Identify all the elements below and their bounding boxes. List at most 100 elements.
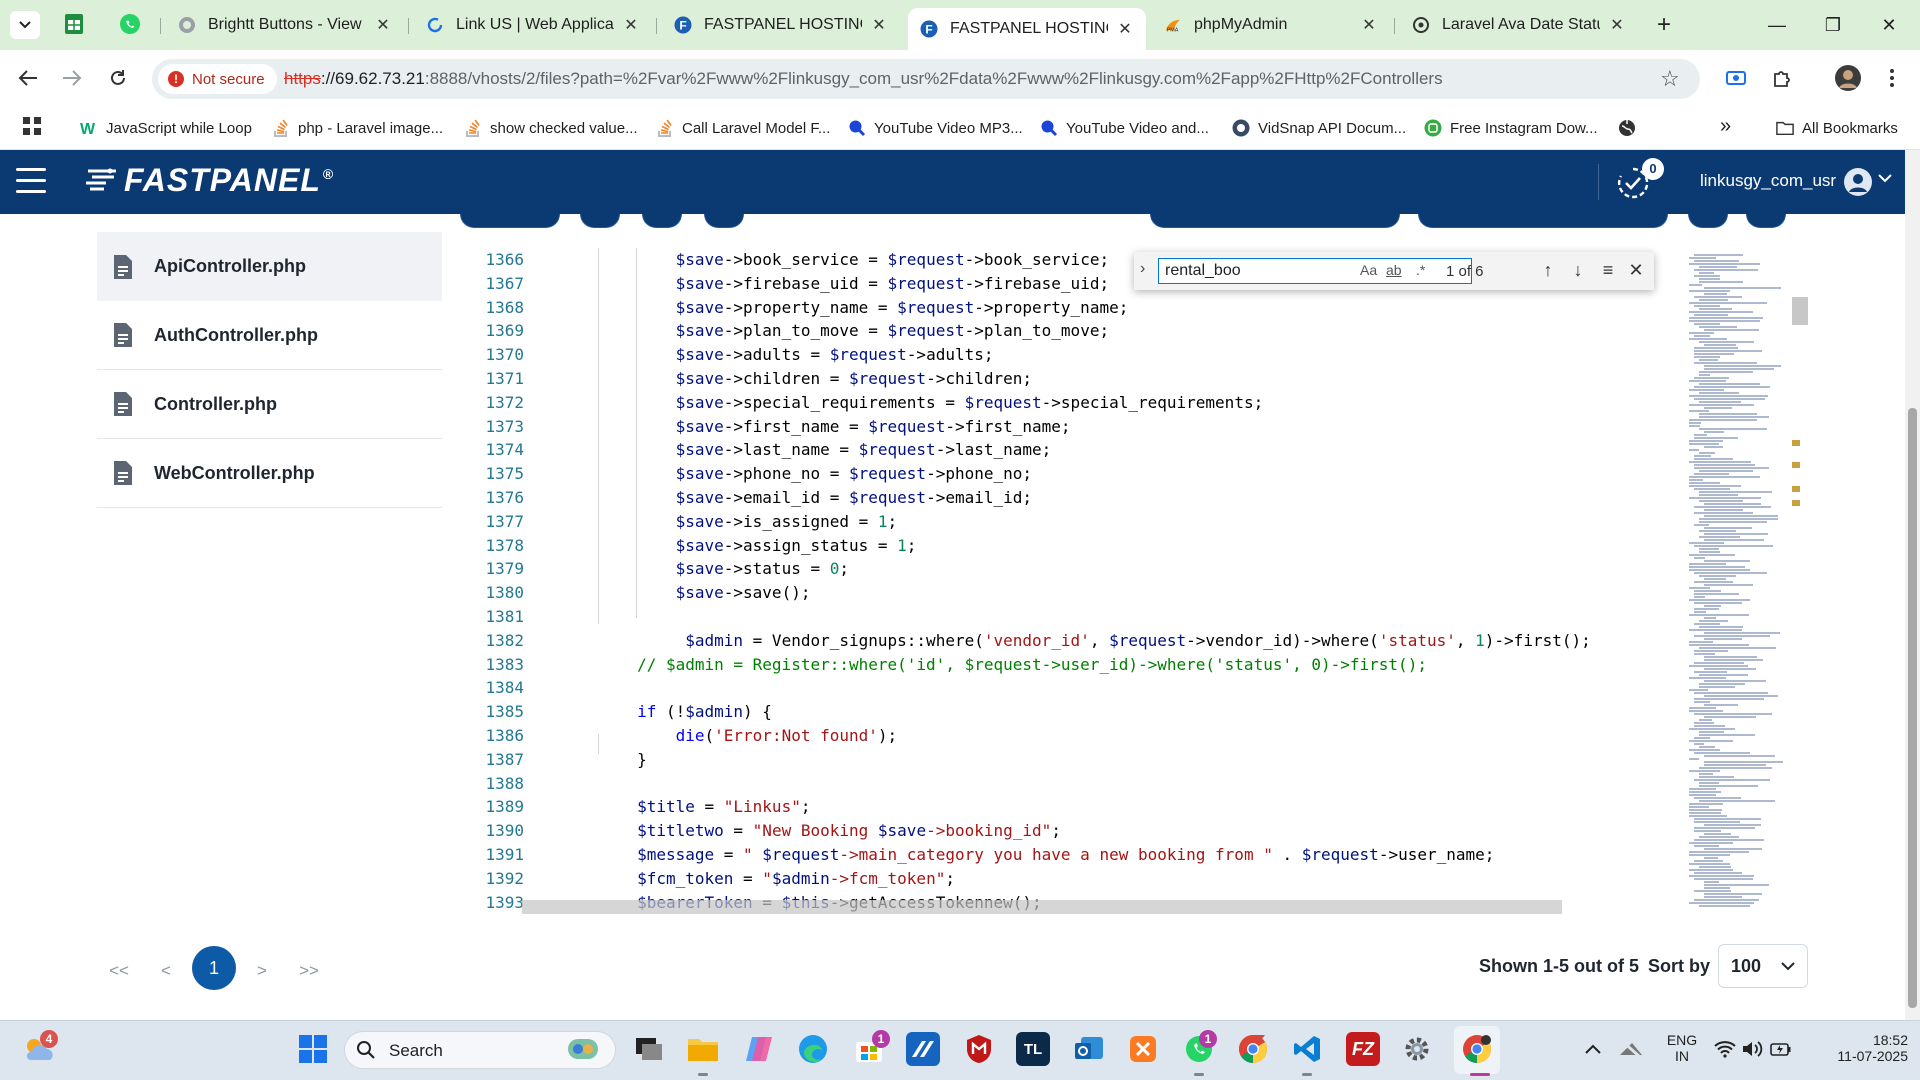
close-icon[interactable]: ✕ xyxy=(870,15,888,35)
pinned-tab-whatsapp[interactable] xyxy=(118,12,142,36)
code-minimap[interactable] xyxy=(1685,252,1797,912)
battery-charging-icon[interactable] xyxy=(1764,1032,1798,1066)
first-page-button[interactable]: << xyxy=(104,950,134,992)
bookmark-item[interactable]: YouTube Video MP3... xyxy=(848,116,1023,140)
last-page-button[interactable]: >> xyxy=(294,950,324,992)
copilot-icon[interactable] xyxy=(742,1032,776,1066)
close-icon[interactable]: ✕ xyxy=(1360,15,1378,35)
chrome-profile-icon[interactable] xyxy=(1460,1032,1494,1066)
minimap-line xyxy=(1704,539,1764,541)
chevron-right-icon[interactable]: › xyxy=(1140,260,1154,278)
minimap-line xyxy=(1694,464,1755,466)
more-bookmarks-button[interactable]: » xyxy=(1720,114,1731,138)
user-name[interactable]: linkusgy_com_usr xyxy=(1700,171,1836,191)
bookmark-item[interactable]: Free Instagram Dow... xyxy=(1424,116,1598,140)
filezilla-icon[interactable]: FZ xyxy=(1346,1032,1380,1066)
file-row-controller[interactable]: Controller.php xyxy=(97,370,442,439)
next-page-button[interactable]: > xyxy=(252,950,272,992)
tab-laravel-date[interactable]: Laravel Ava Date Status ✕ xyxy=(1400,8,1638,42)
minimap-line xyxy=(1699,413,1757,415)
sort-by-select[interactable]: 100 xyxy=(1718,944,1808,988)
pinned-tab-sheets[interactable] xyxy=(62,12,86,36)
close-window-button[interactable]: ✕ xyxy=(1874,10,1904,40)
all-bookmarks-button[interactable]: All Bookmarks xyxy=(1776,116,1898,140)
cast-button[interactable] xyxy=(1722,64,1750,92)
previous-match-arrow-up-icon[interactable]: ↑ xyxy=(1536,258,1560,282)
vscode-icon[interactable] xyxy=(1290,1032,1324,1066)
close-icon[interactable]: ✕ xyxy=(1608,15,1626,35)
chevron-down-icon[interactable] xyxy=(1878,170,1892,188)
forward-button[interactable] xyxy=(58,64,86,92)
mcafee-shield-icon[interactable] xyxy=(962,1032,996,1066)
app-icon-blue-box[interactable] xyxy=(906,1032,940,1066)
tab-link-us[interactable]: Link US | Web Applicatio ✕ xyxy=(414,8,652,42)
tab-brightt-buttons[interactable]: Brightt Buttons - View S ✕ xyxy=(166,8,404,42)
task-view-icon[interactable] xyxy=(632,1032,666,1066)
apps-button[interactable] xyxy=(22,114,42,138)
bookmark-item[interactable]: VidSnap API Docum... xyxy=(1232,116,1406,140)
tray-overflow-chevron-up-icon[interactable] xyxy=(1576,1032,1610,1066)
minimize-button[interactable]: — xyxy=(1762,10,1792,40)
hamburger-menu-icon[interactable] xyxy=(16,168,46,194)
search-highlight-icon[interactable] xyxy=(566,1032,600,1066)
bookmark-item[interactable]: Call Laravel Model F... xyxy=(656,116,830,140)
tl-app-icon[interactable]: TL xyxy=(1016,1032,1050,1066)
bookmark-item[interactable]: YouTube Video and... xyxy=(1040,116,1209,140)
file-row-webcontroller[interactable]: WebController.php xyxy=(97,439,442,508)
page-scrollbar[interactable] xyxy=(1905,150,1920,1020)
find-in-selection-icon[interactable]: ≡ xyxy=(1596,258,1620,282)
tab-fastpanel-2-active[interactable]: F FASTPANEL HOSTING CO ✕ xyxy=(908,8,1146,50)
line-number: 1392 xyxy=(485,868,524,888)
security-chip[interactable]: ! Not secure xyxy=(158,64,277,94)
tab-search-button[interactable] xyxy=(10,11,40,39)
clock[interactable]: 18:52 11-07-2025 xyxy=(1812,1032,1908,1064)
url-text[interactable]: https://69.62.73.21:8888/vhosts/2/files?… xyxy=(284,69,1443,89)
bookmark-item[interactable]: show checked value... xyxy=(464,116,638,140)
new-tab-button[interactable]: + xyxy=(1650,11,1678,39)
line-number: 1393 xyxy=(485,892,524,912)
extensions-button[interactable] xyxy=(1768,64,1796,92)
profile-avatar[interactable] xyxy=(1834,64,1862,92)
bookmark-item[interactable]: php - Laravel image... xyxy=(272,116,443,140)
minimap-line xyxy=(1694,353,1734,355)
close-icon[interactable]: ✕ xyxy=(1624,258,1648,282)
regex-toggle[interactable]: .* xyxy=(1416,262,1425,278)
tab-phpmyadmin[interactable]: PMA phpMyAdmin ✕ xyxy=(1152,8,1390,42)
next-match-arrow-down-icon[interactable]: ↓ xyxy=(1566,258,1590,282)
bookmark-item[interactable] xyxy=(1618,116,1644,140)
outlook-new-icon[interactable] xyxy=(1072,1032,1106,1066)
restore-button[interactable]: ❐ xyxy=(1818,10,1848,40)
prev-page-button[interactable]: < xyxy=(156,950,176,992)
back-button[interactable] xyxy=(14,64,42,92)
language-indicator[interactable]: ENG IN xyxy=(1664,1032,1700,1064)
reload-button[interactable] xyxy=(104,64,132,92)
file-row-apicontroller[interactable]: ApiController.php xyxy=(97,232,442,301)
start-windows-icon[interactable] xyxy=(296,1032,330,1066)
xampp-icon[interactable] xyxy=(1126,1032,1160,1066)
close-icon[interactable]: ✕ xyxy=(1116,19,1134,39)
match-case-toggle[interactable]: Aa xyxy=(1360,262,1377,278)
settings-gear-icon[interactable] xyxy=(1400,1032,1434,1066)
code-editor[interactable]: 1366 1367 1368 1369 1370 1371 1372 1373 1374 1375… xyxy=(442,248,1674,916)
whole-word-toggle[interactable]: ab xyxy=(1386,262,1402,278)
fastpanel-logo[interactable]: FASTPANEL® xyxy=(84,162,334,199)
browser-menu-button[interactable] xyxy=(1878,64,1906,92)
current-page-button[interactable]: 1 xyxy=(192,946,236,990)
close-icon[interactable]: ✕ xyxy=(374,15,392,35)
minimap-slider[interactable] xyxy=(1792,297,1808,325)
editor-horizontal-scrollbar[interactable] xyxy=(522,900,1562,914)
user-avatar-icon[interactable] xyxy=(1844,168,1872,196)
network-offline-icon[interactable] xyxy=(1614,1032,1648,1066)
language-code: ENG xyxy=(1666,1032,1698,1048)
page-scrollbar-thumb[interactable] xyxy=(1908,408,1917,1008)
tab-fastpanel-1[interactable]: F FASTPANEL HOSTING CO ✕ xyxy=(662,8,900,42)
bookmark-star-icon[interactable]: ☆ xyxy=(1660,66,1680,92)
close-icon[interactable]: ✕ xyxy=(622,15,640,35)
chrome-icon[interactable] xyxy=(1236,1032,1270,1066)
bookmark-item[interactable]: W JavaScript while Loop xyxy=(80,116,252,140)
notifications-button[interactable]: 0 xyxy=(1616,158,1664,200)
file-row-authcontroller[interactable]: AuthController.php xyxy=(97,301,442,370)
edge-browser-icon[interactable] xyxy=(796,1032,830,1066)
line-number: 1385 xyxy=(485,702,524,722)
file-explorer-icon[interactable] xyxy=(686,1032,720,1066)
